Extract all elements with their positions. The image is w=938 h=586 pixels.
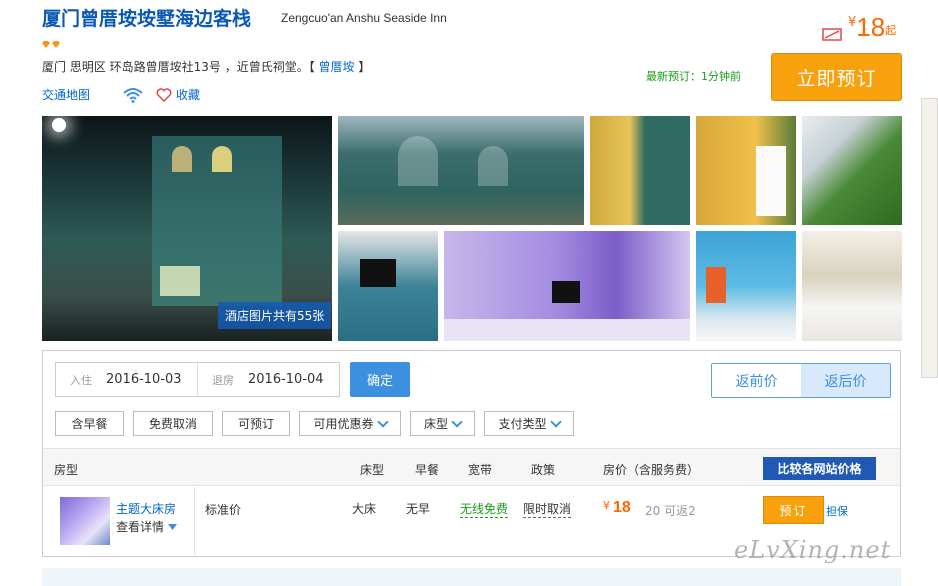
area-link[interactable]: 曾厝垵 bbox=[319, 60, 355, 74]
filter-label: 含早餐 bbox=[71, 417, 108, 431]
next-section bbox=[42, 568, 901, 586]
confirm-button[interactable]: 确定 bbox=[350, 362, 410, 397]
chevron-down-icon bbox=[451, 415, 463, 428]
book-now-button[interactable]: 立即预订 bbox=[771, 53, 902, 101]
compare-prices-button[interactable]: 比较各网站价格 bbox=[763, 457, 876, 480]
rate-name: 标准价 bbox=[205, 503, 242, 517]
view-details-label: 查看详情 bbox=[116, 520, 165, 534]
address-text: 厦门 思明区 环岛路曾厝垵社13号 ，近曾氏祠堂。【 bbox=[42, 60, 315, 74]
broadband-value[interactable]: 无线免费 bbox=[460, 500, 509, 518]
map-preview[interactable] bbox=[921, 98, 938, 378]
watermark: eLvXing.net bbox=[734, 536, 892, 564]
address-end: 】 bbox=[358, 60, 371, 74]
header-price: 房价（含服务费） bbox=[603, 463, 700, 477]
price-suffix: 起 bbox=[885, 24, 897, 37]
hotel-address: 厦门 思明区 环岛路曾厝垵社13号 ，近曾氏祠堂。【 曾厝垵 】 bbox=[42, 58, 370, 75]
gallery-photo[interactable] bbox=[696, 116, 796, 225]
lowest-price: ¥ 18 起 bbox=[822, 12, 896, 42]
filter-free-cancel[interactable]: 免费取消 bbox=[133, 411, 213, 436]
date-selector: 入住 2016-10-03 退房 2016-10-04 bbox=[55, 362, 340, 397]
gallery-photo[interactable] bbox=[444, 231, 690, 341]
policy-value[interactable]: 限时取消 bbox=[523, 500, 572, 518]
favorite-label: 收藏 bbox=[176, 88, 201, 102]
latest-booking: 最新预订：1分钟前 bbox=[646, 70, 741, 83]
filter-breakfast[interactable]: 含早餐 bbox=[55, 411, 124, 436]
price-currency: ¥ bbox=[848, 15, 857, 30]
photo-count-badge[interactable]: 酒店图片共有55张 bbox=[218, 302, 332, 329]
photo-gallery: 酒店图片共有55张 bbox=[42, 116, 902, 341]
chevron-down-icon bbox=[376, 415, 389, 428]
diamond-icon bbox=[42, 41, 50, 48]
caret-down-icon bbox=[168, 523, 178, 530]
coupon-icon bbox=[822, 28, 842, 41]
header-broadband: 宽带 bbox=[468, 463, 493, 477]
filter-label: 支付类型 bbox=[498, 417, 547, 431]
checkout-value: 2016-10-04 bbox=[248, 372, 324, 387]
gallery-photo[interactable] bbox=[696, 231, 796, 341]
book-room-button[interactable]: 预订 bbox=[763, 496, 824, 524]
view-details-link[interactable]: 查看详情 bbox=[116, 518, 178, 535]
gallery-photo[interactable] bbox=[338, 116, 584, 225]
wifi-icon bbox=[123, 87, 143, 103]
filter-coupon-dropdown[interactable]: 可用优惠券 bbox=[299, 411, 401, 436]
breakfast-value: 无早 bbox=[406, 502, 431, 516]
guarantee-badge: 担保 bbox=[826, 505, 848, 518]
room-booking-panel: 入住 2016-10-03 退房 2016-10-04 确定 返前价 返后价 含… bbox=[42, 350, 901, 557]
filter-label: 可用优惠券 bbox=[313, 417, 374, 431]
divider bbox=[194, 487, 195, 555]
hotel-tools: 交通地图 收藏 bbox=[42, 86, 200, 103]
filter-payment-dropdown[interactable]: 支付类型 bbox=[484, 411, 574, 436]
filter-bar: 含早餐 免费取消 可预订 可用优惠券 床型 支付类型 bbox=[55, 411, 574, 436]
header-room: 房型 bbox=[54, 463, 79, 477]
filter-label: 床型 bbox=[423, 417, 448, 431]
room-table-header: 房型 床型 早餐 宽带 政策 房价（含服务费） 比较各网站价格 bbox=[43, 448, 900, 486]
gallery-photo[interactable] bbox=[802, 116, 902, 225]
map-link[interactable]: 交通地图 bbox=[42, 86, 90, 103]
header-breakfast: 早餐 bbox=[415, 463, 440, 477]
checkout-field[interactable]: 退房 2016-10-04 bbox=[197, 363, 339, 396]
filter-bed-dropdown[interactable]: 床型 bbox=[410, 411, 475, 436]
room-thumbnail[interactable] bbox=[60, 497, 110, 545]
hotel-title: 厦门曾厝垵垵墅海边客栈 bbox=[42, 8, 252, 30]
bed-type: 大床 bbox=[352, 502, 377, 516]
checkout-label: 退房 bbox=[212, 373, 234, 387]
hotel-title-english: Zengcuo'an Anshu Seaside Inn bbox=[281, 11, 447, 25]
filter-bookable[interactable]: 可预订 bbox=[222, 411, 290, 436]
room-name-link[interactable]: 主题大床房 bbox=[116, 500, 176, 517]
gallery-photo[interactable] bbox=[802, 231, 902, 341]
diamond-icon bbox=[52, 41, 60, 48]
chevron-down-icon bbox=[549, 415, 562, 428]
favorite-button[interactable]: 收藏 bbox=[156, 86, 200, 103]
gallery-photo[interactable] bbox=[338, 231, 438, 341]
price-mode-toggle: 返前价 返后价 bbox=[711, 363, 891, 398]
checkin-value: 2016-10-03 bbox=[106, 372, 182, 387]
room-price: 18 bbox=[613, 499, 631, 516]
checkin-label: 入住 bbox=[70, 373, 92, 387]
price-after-option[interactable]: 返后价 bbox=[801, 364, 890, 397]
heart-icon bbox=[156, 87, 172, 102]
gallery-photo[interactable] bbox=[590, 116, 690, 225]
header-policy: 政策 bbox=[531, 463, 556, 477]
rating-diamonds bbox=[42, 41, 60, 48]
header-bed: 床型 bbox=[360, 463, 385, 477]
room-price-currency: ¥ bbox=[603, 499, 610, 512]
price-value: 18 bbox=[856, 12, 886, 42]
main-photo[interactable]: 酒店图片共有55张 bbox=[42, 116, 332, 341]
price-before-option[interactable]: 返前价 bbox=[712, 364, 801, 397]
checkin-field[interactable]: 入住 2016-10-03 bbox=[56, 363, 197, 396]
filter-label: 免费取消 bbox=[148, 417, 197, 431]
cashback-info: 20 可返2 bbox=[645, 504, 696, 518]
filter-label: 可预订 bbox=[237, 417, 274, 431]
